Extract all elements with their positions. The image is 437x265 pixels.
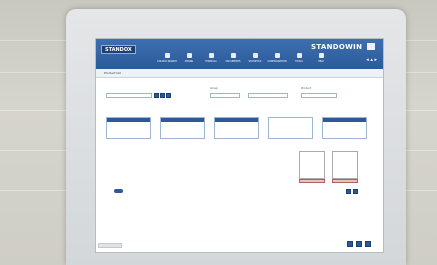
brand-select[interactable]: [248, 93, 288, 98]
group-label: Group: [210, 87, 218, 90]
grid-button[interactable]: [356, 241, 362, 247]
top-navigation-bar: STANDOX STANDOWIN COLOUR SEARCH MIXING F…: [96, 39, 383, 69]
brand-mark-icon: [367, 43, 375, 50]
colour-swatch-2[interactable]: [332, 151, 358, 183]
palette-icon: [208, 53, 214, 58]
product-select[interactable]: [301, 93, 337, 98]
group-select[interactable]: [210, 93, 240, 98]
list-button[interactable]: [166, 93, 171, 98]
nav-item-formula[interactable]: FORMULA: [200, 53, 222, 63]
product-label: Product: [301, 87, 311, 90]
footer-button[interactable]: [98, 243, 122, 248]
nav-item-configuration[interactable]: CONFIGURATION: [266, 53, 288, 63]
help-button[interactable]: [365, 241, 371, 247]
nav-menu: COLOUR SEARCH MIXING FORMULA DOCUMENTS S…: [156, 53, 332, 63]
nav-item-colour-search[interactable]: COLOUR SEARCH: [156, 53, 178, 63]
flag-icon: [186, 53, 192, 58]
breadcrumb-bar: Product list: [96, 69, 383, 78]
tool-icon: [296, 53, 302, 58]
breadcrumb: Product list: [104, 71, 121, 75]
gear-icon: [274, 53, 280, 58]
search-button[interactable]: [154, 93, 159, 98]
nav-item-documents[interactable]: DOCUMENTS: [222, 53, 244, 63]
list-panel-2[interactable]: [160, 117, 205, 139]
print-button[interactable]: [347, 241, 353, 247]
swatch-action-1-button[interactable]: [346, 189, 351, 194]
app-screen: STANDOX STANDOWIN COLOUR SEARCH MIXING F…: [95, 38, 384, 253]
doc-icon: [230, 53, 236, 58]
nav-item-mixing[interactable]: MIXING: [178, 53, 200, 63]
window-controls[interactable]: ◂ ▴ ▸: [366, 57, 377, 63]
brand-title: STANDOWIN: [311, 43, 375, 51]
swatch-action-2-button[interactable]: [353, 189, 358, 194]
help-icon: [318, 53, 324, 58]
list-panel-5[interactable]: [322, 117, 367, 139]
colour-swatch-1[interactable]: [299, 151, 325, 183]
nav-item-tools[interactable]: TOOLS: [288, 53, 310, 63]
colour-code-select[interactable]: [106, 93, 152, 98]
list-panel-1[interactable]: [106, 117, 151, 139]
search-icon: [164, 53, 170, 58]
nav-item-statistics[interactable]: STATISTICS: [244, 53, 266, 63]
app-logo: STANDOX: [101, 45, 136, 54]
list-panel-4[interactable]: [268, 117, 313, 139]
detail-toggle[interactable]: [114, 189, 123, 193]
chart-icon: [252, 53, 258, 58]
add-button[interactable]: [160, 93, 165, 98]
nav-item-help[interactable]: HELP: [310, 53, 332, 63]
list-panel-3[interactable]: [214, 117, 259, 139]
